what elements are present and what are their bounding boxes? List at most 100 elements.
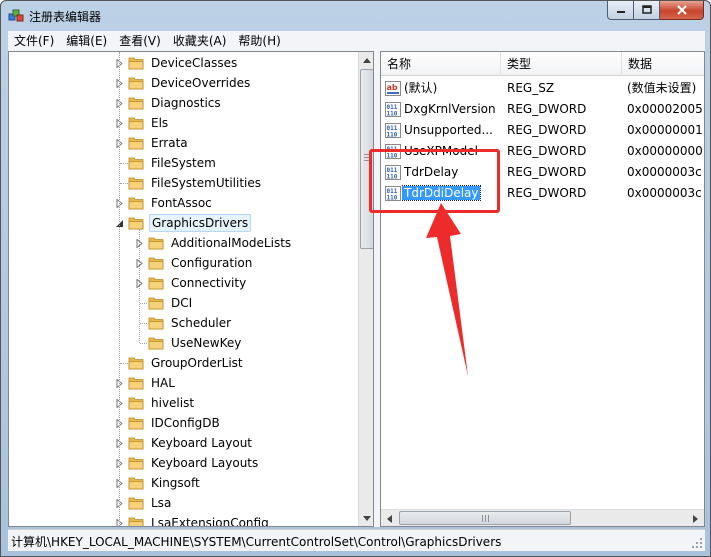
tree-connector-line	[139, 229, 140, 343]
tree-item[interactable]: Kingsoft	[115, 473, 202, 493]
tree-item[interactable]: Keyboard Layouts	[115, 453, 260, 473]
tree-item[interactable]: HAL	[115, 373, 177, 393]
value-row[interactable]: 011 110 DxgKrnlVersion REG_DWORD 0x00002005 …	[381, 99, 704, 120]
tree-item[interactable]: FontAssoc	[115, 193, 214, 213]
tree-item[interactable]: Lsa	[115, 493, 173, 513]
menu-favorites[interactable]: 收藏夹(A)	[167, 31, 233, 51]
column-header-data[interactable]: 数据	[622, 52, 704, 76]
binary-value-icon: 011110	[385, 123, 401, 138]
tree-item-label: DeviceClasses	[151, 56, 238, 70]
tree-item[interactable]: FileSystem	[115, 153, 218, 173]
scroll-left-button[interactable]	[381, 510, 398, 526]
resize-grip-icon[interactable]	[691, 537, 703, 549]
folder-icon	[128, 137, 144, 150]
tree-item-label: Errata	[151, 136, 188, 150]
menu-view[interactable]: 查看(V)	[113, 31, 167, 51]
horizontal-scroll-thumb[interactable]	[399, 511, 571, 525]
tree-item-label: GroupOrderList	[151, 356, 243, 370]
tree-item[interactable]: DeviceOverrides	[115, 73, 252, 93]
tree-item[interactable]: Diagnostics	[115, 93, 223, 113]
folder-icon	[128, 477, 144, 490]
folder-icon	[148, 277, 164, 290]
tree-item-label: Kingsoft	[151, 476, 200, 490]
column-header-name[interactable]: 名称	[381, 52, 501, 76]
folder-icon	[128, 497, 144, 510]
value-row[interactable]: ab (默认) REG_SZ (数值未设置)	[381, 78, 704, 99]
folder-icon	[148, 257, 164, 270]
folder-icon	[148, 317, 164, 330]
tree-item-label: DeviceOverrides	[151, 76, 251, 90]
column-header-type[interactable]: 类型	[501, 52, 622, 76]
tree-connector-line	[120, 183, 128, 184]
tree-item[interactable]: DeviceClasses	[115, 53, 239, 73]
menu-edit[interactable]: 编辑(E)	[60, 31, 113, 51]
scroll-up-button[interactable]	[359, 52, 373, 68]
registry-editor-window: 注册表编辑器 文件(F) 编辑(E) 查看(V) 收藏夹(A) 帮助(H) De…	[0, 0, 711, 557]
tree-connector-line	[140, 323, 147, 324]
minimize-icon	[616, 11, 625, 13]
tree-item[interactable]: Errata	[115, 133, 190, 153]
annotation-highlight-box	[369, 149, 500, 213]
svg-text:ab: ab	[387, 83, 398, 92]
menu-file[interactable]: 文件(F)	[8, 31, 60, 51]
scroll-right-button[interactable]	[687, 510, 704, 526]
values-list[interactable]: 名称 类型 数据 ab (默认) REG_SZ (数值未设置) 011 110 DxgKrn…	[380, 51, 705, 527]
tree-item-label: Lsa	[151, 496, 172, 510]
tree-connector-line	[119, 52, 120, 526]
tree-item[interactable]: UseNewKey	[135, 333, 243, 353]
value-data: 0x00000000 (	[627, 144, 703, 158]
close-button[interactable]	[660, 1, 704, 20]
tree-item[interactable]: FileSystemUtilities	[115, 173, 263, 193]
value-data: 0x00002005 (	[627, 102, 703, 116]
value-name: (默认)	[404, 81, 438, 95]
scroll-down-button[interactable]	[359, 510, 373, 526]
close-icon	[676, 5, 687, 15]
value-data: 0x00000001 (	[627, 123, 703, 137]
tree-item-label: HAL	[151, 376, 175, 390]
menu-help[interactable]: 帮助(H)	[232, 31, 286, 51]
minimize-button[interactable]	[607, 1, 634, 20]
tree-item-label: FontAssoc	[151, 196, 212, 210]
folder-icon	[128, 397, 144, 410]
tree-item[interactable]: IDConfigDB	[115, 413, 222, 433]
tree-item[interactable]: GroupOrderList	[115, 353, 245, 373]
tree-connector-line	[140, 343, 147, 344]
tree-item-label: AdditionalModeLists	[171, 236, 292, 250]
tree-item[interactable]: Keyboard Layout	[115, 433, 254, 453]
tree-item-label: LsaExtensionConfig	[151, 516, 269, 527]
tree-item[interactable]: GraphicsDrivers	[115, 213, 252, 233]
tree-item[interactable]: Scheduler	[135, 313, 233, 333]
registry-tree[interactable]: DeviceClasses DeviceOverrides Diagnostics E…	[8, 51, 374, 527]
value-row[interactable]: 011 110 Unsupported... REG_DWORD 0x00000001 …	[381, 120, 704, 141]
value-data: (数值未设置)	[627, 81, 697, 95]
title-bar[interactable]: 注册表编辑器	[1, 1, 710, 31]
folder-icon	[148, 237, 164, 250]
tree-item-label: GraphicsDrivers	[149, 214, 252, 232]
tree-item[interactable]: LsaExtensionConfig	[115, 513, 271, 527]
maximize-button[interactable]	[634, 1, 660, 20]
list-horizontal-scrollbar[interactable]	[381, 509, 704, 526]
folder-icon	[148, 337, 164, 350]
value-type: REG_DWORD	[507, 186, 587, 200]
tree-item[interactable]: hivelist	[115, 393, 196, 413]
tree-item[interactable]: AdditionalModeLists	[135, 233, 293, 253]
tree-connector-line	[120, 163, 128, 164]
folder-icon	[128, 77, 144, 90]
folder-icon	[128, 197, 144, 210]
arrow-up-icon	[363, 57, 371, 63]
string-value-icon: ab	[385, 81, 401, 96]
tree-item-label: UseNewKey	[171, 336, 242, 350]
current-key-path: 计算机\HKEY_LOCAL_MACHINE\SYSTEM\CurrentCon…	[11, 535, 502, 549]
tree-item[interactable]: Configuration	[135, 253, 254, 273]
tree-vertical-scrollbar[interactable]	[358, 52, 373, 526]
window-controls	[607, 1, 704, 21]
folder-icon	[128, 357, 144, 370]
tree-item[interactable]: Connectivity	[135, 273, 248, 293]
menu-bar: 文件(F) 编辑(E) 查看(V) 收藏夹(A) 帮助(H)	[8, 31, 705, 51]
folder-icon	[128, 217, 144, 230]
tree-item-label: Keyboard Layout	[151, 436, 253, 450]
tree-item-label: Diagnostics	[151, 96, 221, 110]
tree-item-label: DCI	[171, 296, 193, 310]
folder-icon	[128, 177, 144, 190]
tree-item[interactable]: Els	[115, 113, 170, 133]
